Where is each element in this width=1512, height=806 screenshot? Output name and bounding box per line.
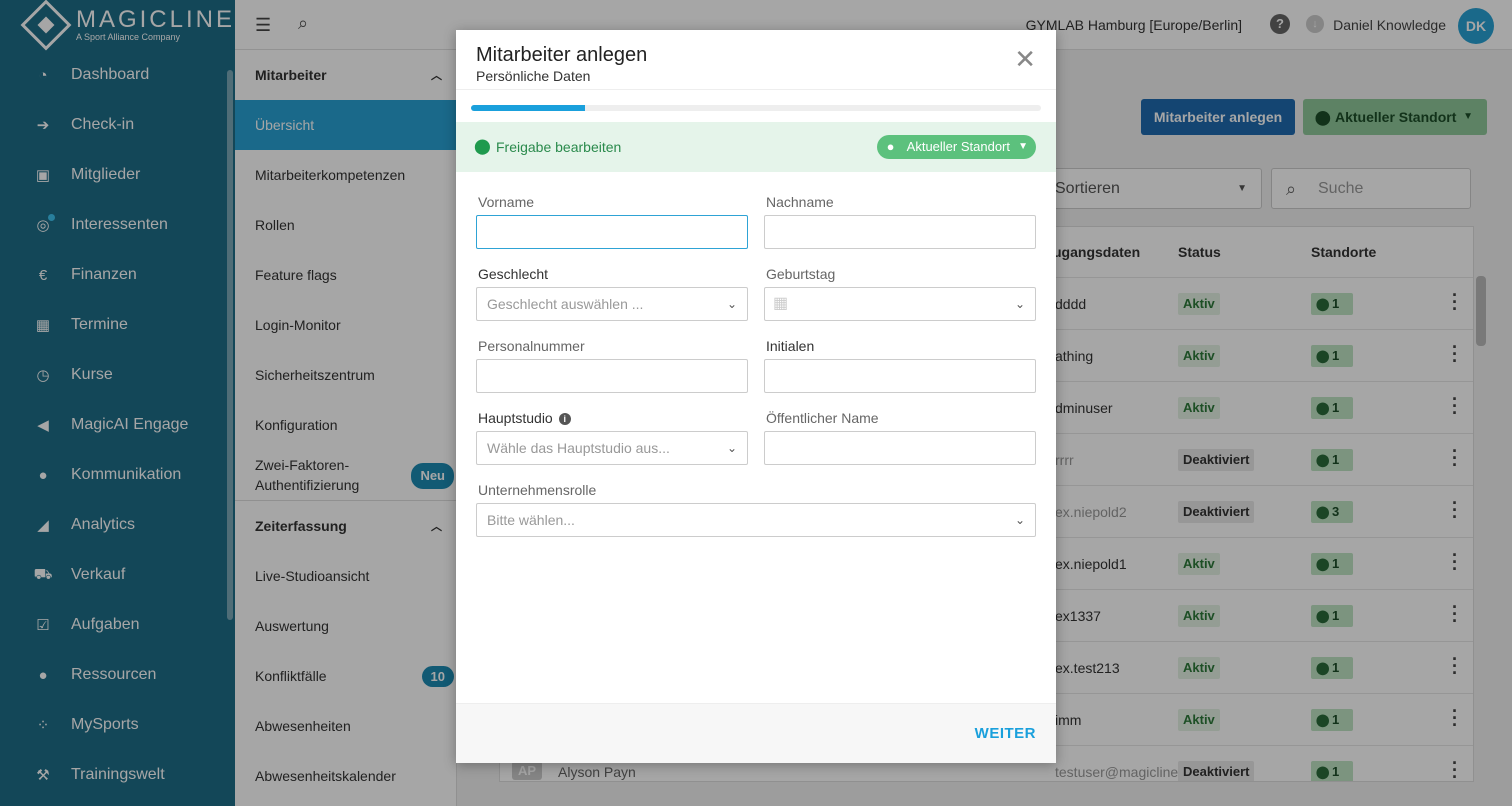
chevron-down-icon: ⌄ [726, 441, 737, 455]
gender-select[interactable]: Geschlecht auswählen ... ⌄ [476, 287, 748, 321]
gender-label: Geschlecht [478, 266, 549, 282]
role-label: Unternehmensrolle [478, 482, 597, 498]
dialog-title: Mitarbeiter anlegen [476, 44, 648, 66]
close-icon[interactable]: ✕ [1014, 46, 1036, 72]
chevron-down-icon: ⌄ [726, 297, 737, 311]
progress-bar [471, 105, 1041, 111]
birthday-label: Geburtstag [766, 266, 836, 282]
birthday-field[interactable]: ▦ ⌄ [764, 287, 1036, 321]
edit-sharing-link[interactable]: Freigabe bearbeiten [496, 122, 621, 172]
initials-field[interactable] [764, 359, 1036, 393]
chip-label: Aktueller Standort [906, 139, 1010, 154]
calendar-icon: ▦ [773, 295, 789, 312]
chevron-down-icon: ⌄ [1014, 297, 1025, 311]
mainstudio-label-wrap: Hauptstudio i [478, 410, 571, 426]
lastname-field[interactable] [764, 215, 1036, 249]
info-icon[interactable]: i [558, 413, 571, 425]
mainstudio-label: Hauptstudio [478, 410, 553, 426]
current-location-chip[interactable]: ● Aktueller Standort ▼ [876, 135, 1036, 159]
location-pin-icon: ● [886, 139, 895, 154]
role-placeholder: Bitte wählen... [487, 512, 575, 528]
publicname-label: Öffentlicher Name [766, 410, 879, 426]
role-select[interactable]: Bitte wählen... ⌄ [476, 503, 1036, 537]
next-button[interactable]: WEITER [975, 704, 1036, 764]
initials-label: Initialen [766, 338, 815, 354]
location-pin-icon: ⬤ [474, 138, 491, 155]
chevron-down-icon: ▼ [1018, 141, 1028, 152]
gender-placeholder: Geschlecht auswählen ... [487, 296, 644, 312]
staffno-label: Personalnummer [478, 338, 585, 354]
lastname-label: Nachname [766, 194, 834, 210]
create-employee-dialog: Mitarbeiter anlegen Persönliche Daten ✕ … [456, 30, 1056, 763]
share-bar: ⬤ Freigabe bearbeiten ● Aktueller Stando… [456, 122, 1056, 172]
firstname-field[interactable] [476, 215, 748, 249]
dialog-subtitle: Persönliche Daten [476, 68, 591, 84]
staffno-field[interactable] [476, 359, 748, 393]
publicname-field[interactable] [764, 431, 1036, 465]
chevron-down-icon: ⌄ [1014, 513, 1025, 527]
dialog-footer: WEITER [456, 703, 1056, 763]
mainstudio-placeholder: Wähle das Hauptstudio aus... [487, 440, 670, 456]
firstname-label: Vorname [478, 194, 535, 210]
progress-fill [471, 105, 585, 111]
mainstudio-select[interactable]: Wähle das Hauptstudio aus... ⌄ [476, 431, 748, 465]
